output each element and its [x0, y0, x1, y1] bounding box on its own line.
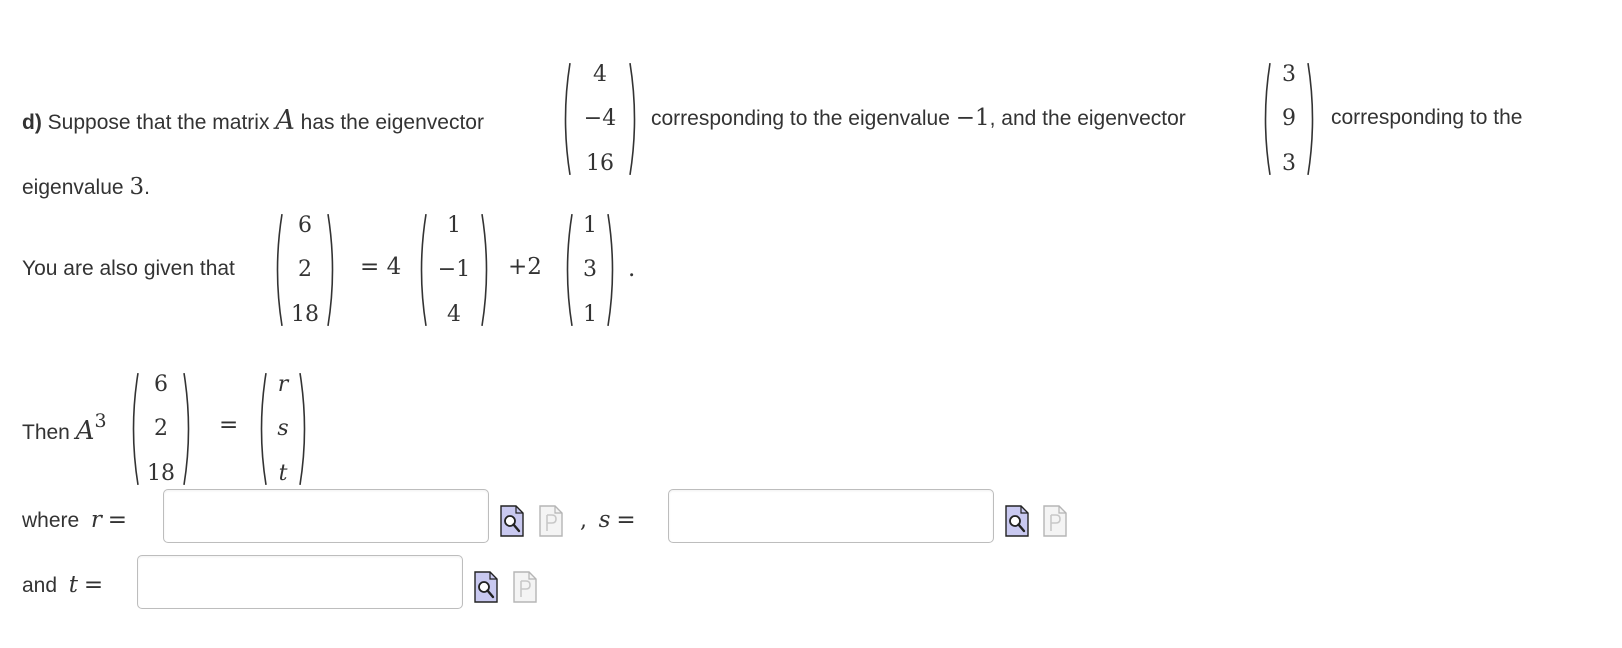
- where-label: where: [22, 509, 80, 532]
- left-paren: [416, 213, 428, 327]
- right-paren: [628, 62, 640, 176]
- left-paren: [562, 213, 574, 327]
- equals-sign: =: [360, 254, 380, 280]
- result-vector-entry: t: [278, 460, 288, 486]
- given-vector-1-entry: 4: [447, 301, 461, 327]
- r-syntax-help-button[interactable]: [539, 503, 563, 537]
- question-line-2: eigenvalue 3.: [22, 176, 150, 199]
- coefficient-1: 4: [386, 254, 402, 280]
- r-variable: r: [90, 507, 102, 533]
- question-text-a: Suppose that the matrix: [47, 111, 270, 134]
- then-equals: =: [219, 412, 239, 438]
- eigenvector-1-entry: 4: [593, 62, 607, 87]
- eigenvector-1-entry: 16: [586, 150, 614, 176]
- t-label-group: and t =: [22, 574, 103, 597]
- right-paren: [182, 372, 194, 486]
- left-paren: [256, 372, 268, 486]
- matrix-symbol: A: [75, 416, 95, 446]
- left-paren: [560, 62, 572, 176]
- result-vector: r s t: [256, 372, 310, 486]
- t-syntax-help-button[interactable]: [513, 569, 537, 603]
- equals-sign: =: [107, 507, 127, 533]
- t-variable: t: [68, 572, 78, 598]
- given-vector-1: 1 −1 4: [416, 213, 492, 327]
- part-label: d): [22, 111, 42, 134]
- then-label: Then: [22, 421, 70, 444]
- right-paren: [480, 213, 492, 327]
- question-line-1: d) Suppose that the matrix A has the eig…: [22, 107, 484, 134]
- left-paren: [1260, 62, 1272, 176]
- matrix-symbol: A: [275, 105, 295, 136]
- given-period: .: [628, 256, 636, 282]
- syntax-help-icon: [539, 503, 563, 537]
- eigenvalue-1: −1: [955, 105, 990, 131]
- and-label: and: [22, 574, 58, 597]
- plus-sign: +: [508, 254, 528, 280]
- equation-preview-icon: [474, 569, 498, 603]
- equation-preview-icon: [1005, 503, 1029, 537]
- given-lhs-entry: 6: [298, 213, 312, 238]
- eigenvector-2-entry: 9: [1282, 106, 1296, 132]
- r-equation-preview-button[interactable]: [500, 503, 524, 537]
- s-answer-input[interactable]: [668, 489, 994, 543]
- coefficient-2: 2: [527, 254, 542, 280]
- eigenvalue-2: 3: [129, 174, 145, 200]
- t-equation-preview-button[interactable]: [474, 569, 498, 603]
- s-syntax-help-button[interactable]: [1043, 503, 1067, 537]
- then-vector-entry: 18: [147, 460, 175, 486]
- period: .: [144, 176, 150, 199]
- eigenvector-1: 4 −4 16: [560, 62, 640, 176]
- t-answer-input[interactable]: [137, 555, 463, 609]
- question-text-c: corresponding to the eigenvalue: [651, 107, 950, 130]
- equation-preview-icon: [500, 503, 524, 537]
- eigenvector-2-entry: 3: [1282, 150, 1296, 176]
- equals-sign: =: [83, 572, 104, 598]
- eigenvector-1-entry: −4: [583, 106, 617, 132]
- right-paren: [1306, 62, 1318, 176]
- r-label-group: where r =: [22, 509, 127, 532]
- given-vector-1-entry: 1: [447, 213, 461, 238]
- question-text-d: , and the eigenvector: [989, 107, 1186, 130]
- comma: ,: [580, 508, 587, 533]
- result-vector-entry: s: [277, 416, 289, 442]
- question-line-1-middle: corresponding to the eigenvalue −1, and …: [651, 107, 1186, 130]
- left-paren: [128, 372, 140, 486]
- s-equation-preview-button[interactable]: [1005, 503, 1029, 537]
- then-label-group: Then A3: [22, 412, 107, 446]
- s-variable: s: [598, 507, 611, 533]
- then-vector-entry: 6: [154, 372, 168, 397]
- then-vector: 6 2 18: [128, 372, 194, 486]
- eigenvector-2: 3 9 3: [1260, 62, 1318, 176]
- given-lhs-vector: 6 2 18: [272, 213, 338, 327]
- left-paren: [272, 213, 284, 327]
- given-vector-1-entry: −1: [437, 257, 471, 283]
- given-equation-mid: = 4: [360, 256, 401, 279]
- r-answer-input[interactable]: [163, 489, 489, 543]
- question-line-2-text: eigenvalue: [22, 176, 124, 199]
- question-text-b: has the eigenvector: [300, 111, 484, 134]
- right-paren: [298, 372, 310, 486]
- s-label-group: , s =: [580, 509, 636, 532]
- syntax-help-icon: [1043, 503, 1067, 537]
- given-equation-plus: +2: [508, 256, 542, 279]
- given-vector-2: 1 3 1: [562, 213, 618, 327]
- given-lhs-entry: 18: [291, 301, 319, 327]
- given-vector-2-entry: 1: [583, 213, 597, 238]
- then-vector-entry: 2: [154, 416, 168, 442]
- given-lhs-entry: 2: [298, 257, 312, 283]
- right-paren: [326, 213, 338, 327]
- result-vector-entry: r: [277, 372, 289, 397]
- given-vector-2-entry: 1: [583, 301, 597, 327]
- right-paren: [606, 213, 618, 327]
- eigenvector-2-entry: 3: [1282, 62, 1296, 87]
- given-label: You are also given that: [22, 257, 235, 280]
- syntax-help-icon: [513, 569, 537, 603]
- question-text-e: corresponding to the: [1331, 106, 1523, 129]
- exponent: 3: [94, 410, 107, 432]
- given-vector-2-entry: 3: [583, 257, 597, 283]
- equals-sign: =: [616, 507, 636, 533]
